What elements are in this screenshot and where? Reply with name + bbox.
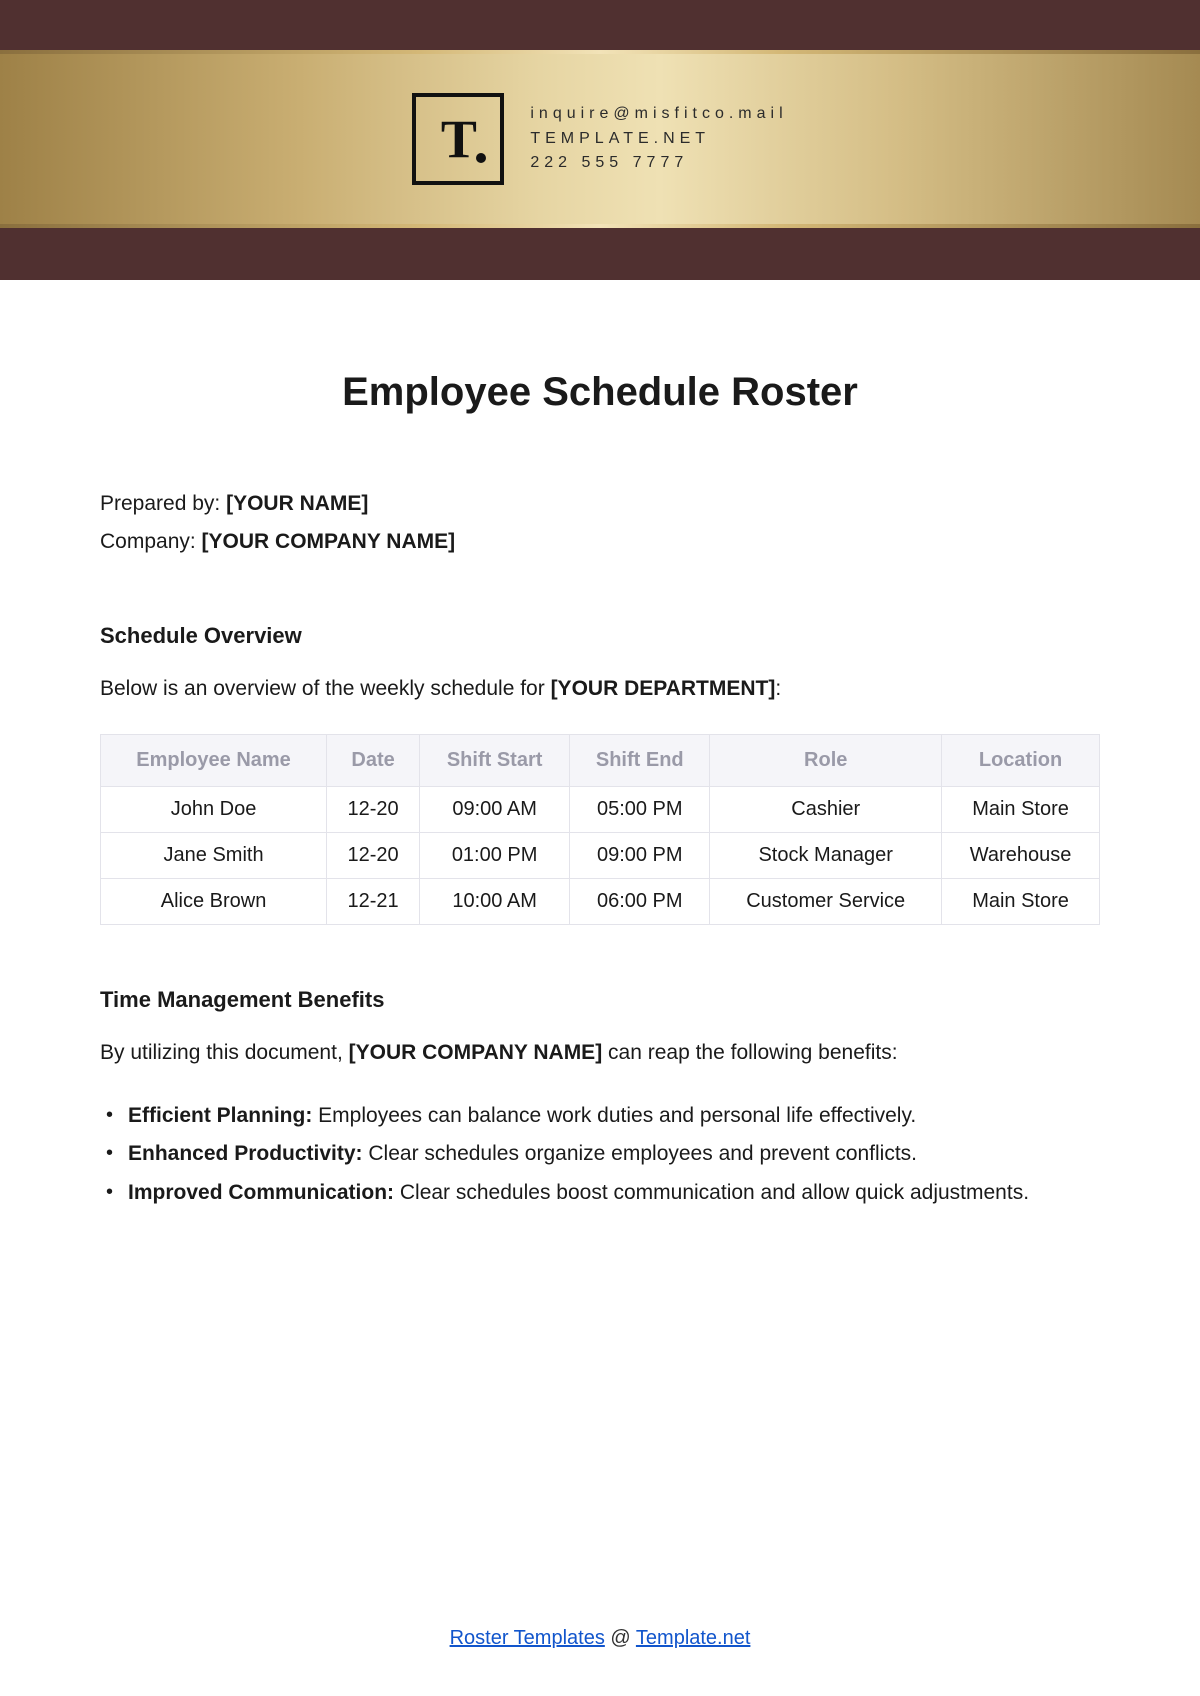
benefit-label: Enhanced Productivity:: [128, 1142, 363, 1165]
benefit-text: Clear schedules organize employees and p…: [363, 1142, 917, 1165]
th-date: Date: [327, 735, 420, 787]
table-header-row: Employee Name Date Shift Start Shift End…: [101, 735, 1100, 787]
cell-location: Main Store: [942, 787, 1100, 833]
table-row: Alice Brown 12-21 10:00 AM 06:00 PM Cust…: [101, 879, 1100, 925]
cell-date: 12-20: [327, 833, 420, 879]
overview-intro-suffix: :: [775, 677, 781, 700]
page-title: Employee Schedule Roster: [100, 370, 1100, 415]
contact-phone: 222 555 7777: [530, 151, 787, 176]
table-row: John Doe 12-20 09:00 AM 05:00 PM Cashier…: [101, 787, 1100, 833]
benefits-intro-bold: [YOUR COMPANY NAME]: [349, 1041, 603, 1064]
cell-end: 06:00 PM: [570, 879, 710, 925]
benefits-intro: By utilizing this document, [YOUR COMPAN…: [100, 1037, 1100, 1069]
cell-location: Main Store: [942, 879, 1100, 925]
th-role: Role: [710, 735, 942, 787]
benefits-intro-suffix: can reap the following benefits:: [602, 1041, 897, 1064]
th-shift-start: Shift Start: [420, 735, 570, 787]
cell-start: 01:00 PM: [420, 833, 570, 879]
benefit-label: Efficient Planning:: [128, 1104, 312, 1127]
table-row: Jane Smith 12-20 01:00 PM 09:00 PM Stock…: [101, 833, 1100, 879]
prepared-label: Prepared by:: [100, 492, 226, 515]
prepared-by-line: Prepared by: [YOUR NAME]: [100, 485, 1100, 523]
th-shift-end: Shift End: [570, 735, 710, 787]
overview-intro-prefix: Below is an overview of the weekly sched…: [100, 677, 551, 700]
list-item: Improved Communication: Clear schedules …: [104, 1176, 1100, 1211]
benefit-text: Clear schedules boost communication and …: [394, 1181, 1029, 1204]
cell-name: Jane Smith: [101, 833, 327, 879]
schedule-table: Employee Name Date Shift Start Shift End…: [100, 734, 1100, 925]
company-label: Company:: [100, 530, 202, 553]
company-value: [YOUR COMPANY NAME]: [202, 530, 456, 553]
logo-dot-icon: [476, 153, 486, 163]
cell-start: 10:00 AM: [420, 879, 570, 925]
benefits-intro-prefix: By utilizing this document,: [100, 1041, 349, 1064]
benefits-list: Efficient Planning: Employees can balanc…: [100, 1099, 1100, 1211]
footer-link-roster[interactable]: Roster Templates: [450, 1627, 605, 1649]
list-item: Enhanced Productivity: Clear schedules o…: [104, 1137, 1100, 1172]
contact-email: inquire@misfitco.mail: [530, 102, 787, 127]
overview-intro-bold: [YOUR DEPARTMENT]: [551, 677, 776, 700]
cell-role: Stock Manager: [710, 833, 942, 879]
cell-end: 05:00 PM: [570, 787, 710, 833]
benefit-label: Improved Communication:: [128, 1181, 394, 1204]
cell-end: 09:00 PM: [570, 833, 710, 879]
header-bottom-stripe: [0, 228, 1200, 280]
company-line: Company: [YOUR COMPANY NAME]: [100, 523, 1100, 561]
cell-role: Cashier: [710, 787, 942, 833]
overview-intro: Below is an overview of the weekly sched…: [100, 673, 1100, 705]
logo-letter: T: [441, 112, 476, 166]
meta-block: Prepared by: [YOUR NAME] Company: [YOUR …: [100, 485, 1100, 561]
cell-role: Customer Service: [710, 879, 942, 925]
logo-box: T: [412, 93, 504, 185]
footer-link-template[interactable]: Template.net: [636, 1627, 751, 1649]
footer-at: @: [605, 1627, 636, 1649]
cell-date: 12-21: [327, 879, 420, 925]
th-location: Location: [942, 735, 1100, 787]
cell-name: Alice Brown: [101, 879, 327, 925]
header-gold-band: T inquire@misfitco.mail TEMPLATE.NET 222…: [0, 54, 1200, 224]
cell-date: 12-20: [327, 787, 420, 833]
benefit-text: Employees can balance work duties and pe…: [312, 1104, 916, 1127]
th-employee-name: Employee Name: [101, 735, 327, 787]
contact-block: inquire@misfitco.mail TEMPLATE.NET 222 5…: [530, 102, 787, 176]
cell-name: John Doe: [101, 787, 327, 833]
list-item: Efficient Planning: Employees can balanc…: [104, 1099, 1100, 1134]
benefits-heading: Time Management Benefits: [100, 987, 1100, 1013]
prepared-value: [YOUR NAME]: [226, 492, 368, 515]
contact-site: TEMPLATE.NET: [530, 127, 787, 152]
cell-start: 09:00 AM: [420, 787, 570, 833]
header-top-stripe: [0, 0, 1200, 50]
footer: Roster Templates @ Template.net: [0, 1627, 1200, 1650]
document-content: Employee Schedule Roster Prepared by: [Y…: [0, 280, 1200, 1211]
overview-heading: Schedule Overview: [100, 623, 1100, 649]
cell-location: Warehouse: [942, 833, 1100, 879]
